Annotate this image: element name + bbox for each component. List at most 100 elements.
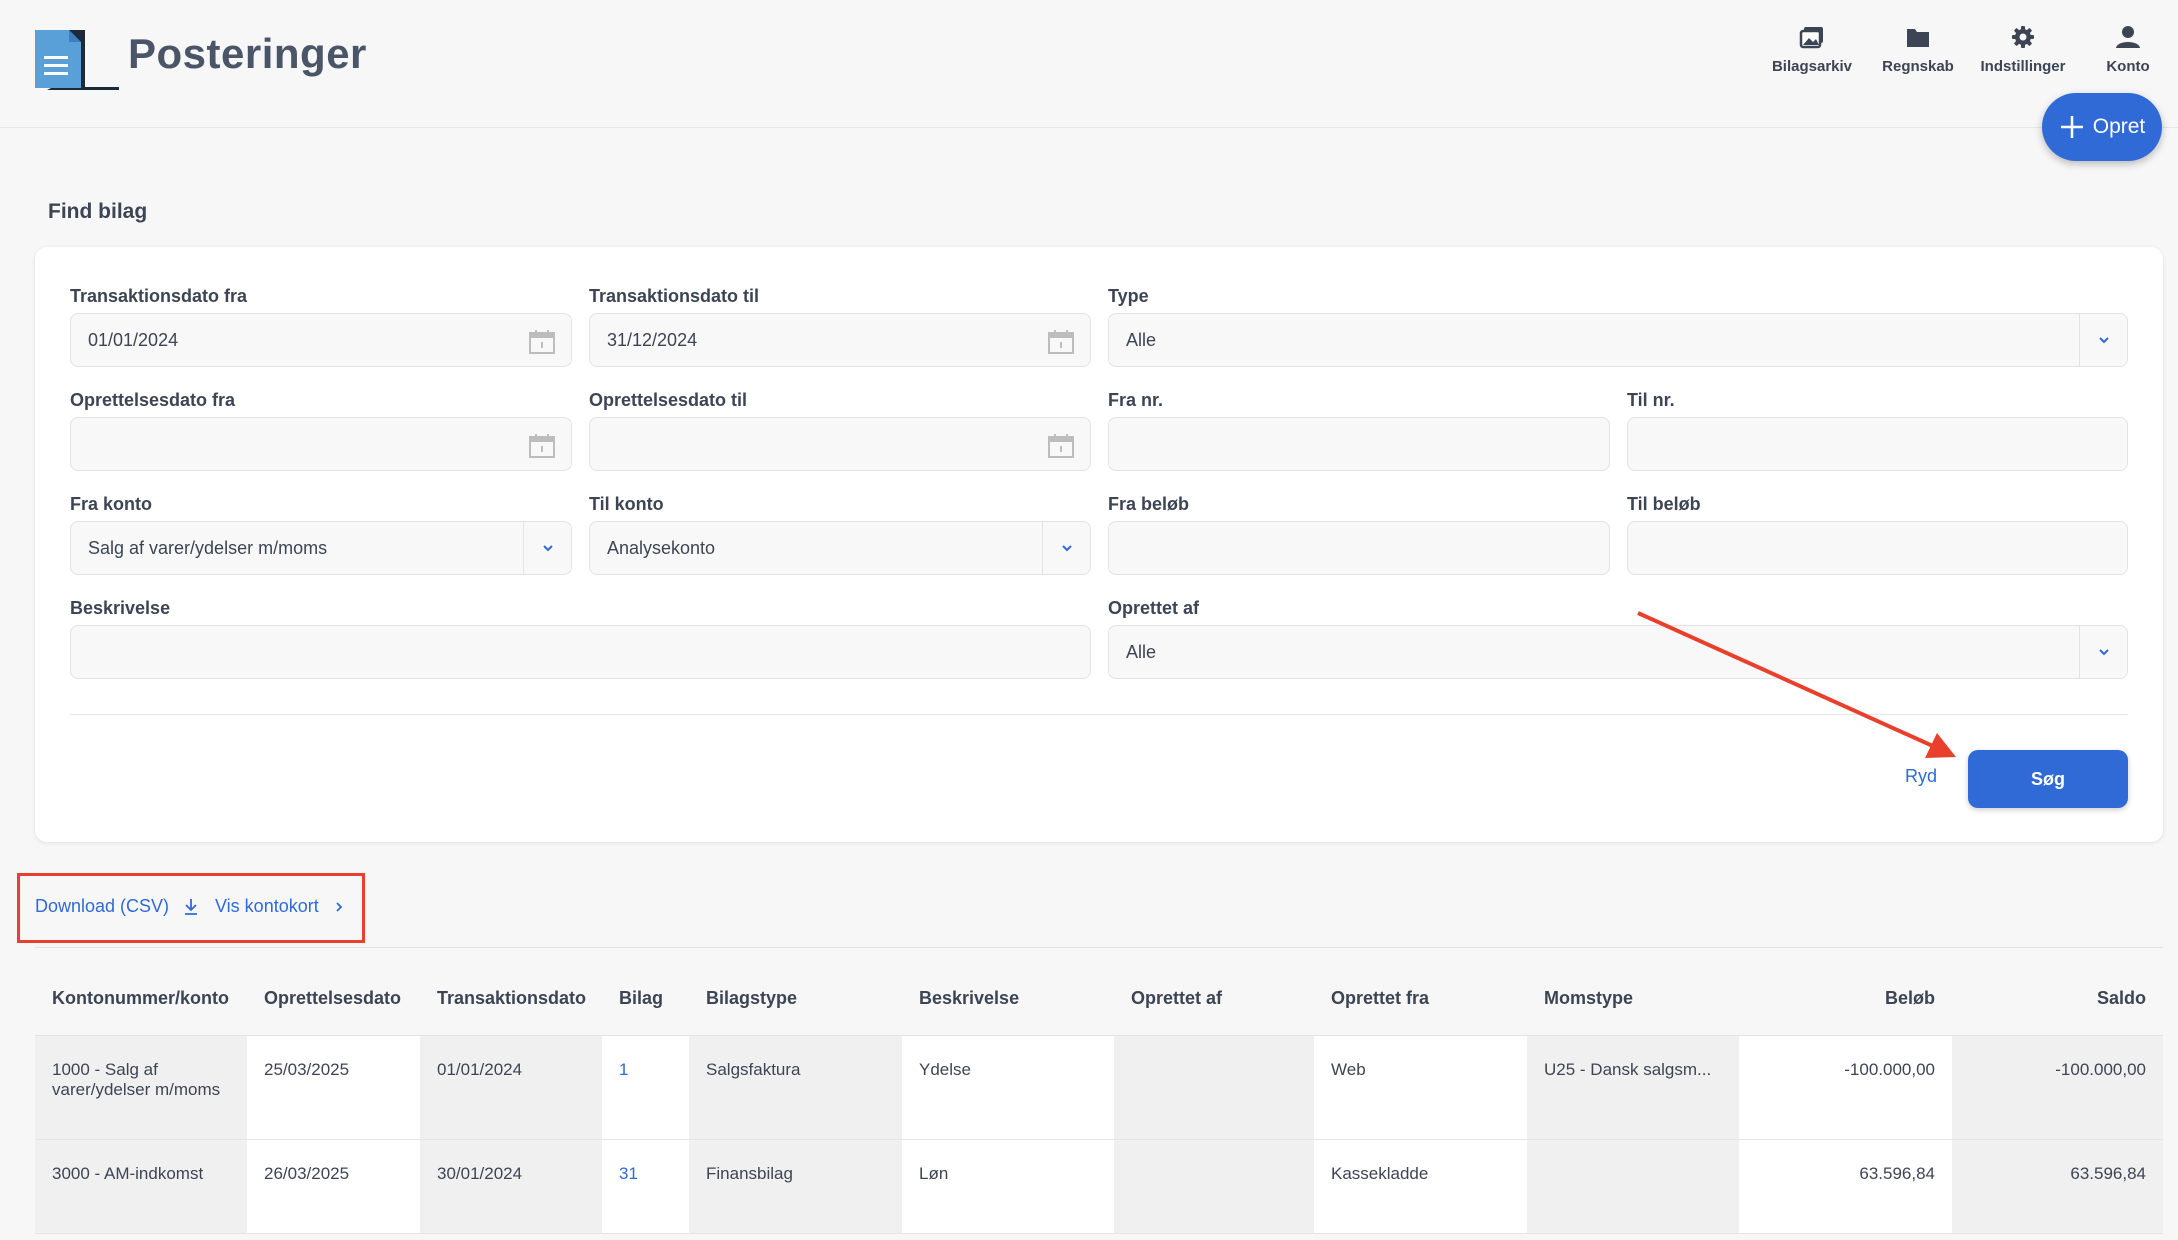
- description-label: Beskrivelse: [70, 598, 171, 618]
- chevron-right-icon: [336, 901, 343, 912]
- from-amount-input[interactable]: [1108, 521, 1610, 575]
- create-button[interactable]: Opret: [2042, 93, 2162, 161]
- created-to-label: Oprettelsesdato til: [589, 390, 748, 410]
- trans-from-value: 01/01/2024: [88, 329, 179, 350]
- calendar-icon[interactable]: [529, 329, 555, 355]
- table-cell: 01/01/2024: [420, 1035, 602, 1140]
- column-header[interactable]: Oprettelsesdato: [247, 962, 420, 1036]
- from-account-value: Salg af varer/ydelser m/moms: [88, 537, 328, 558]
- column-header[interactable]: Kontonummer/konto: [35, 962, 247, 1036]
- search-card: Transaktionsdato fra 01/01/2024 Transakt…: [35, 247, 2163, 842]
- description-input[interactable]: [70, 625, 1091, 679]
- nav-regnskab[interactable]: Regnskab: [1858, 20, 1978, 75]
- calendar-icon[interactable]: [529, 433, 555, 459]
- to-nr-label: Til nr.: [1627, 390, 1675, 410]
- trans-to-value: 31/12/2024: [607, 329, 698, 350]
- table-cell: 3000 - AM-indkomst: [35, 1139, 247, 1234]
- created-to-input[interactable]: [589, 417, 1091, 471]
- trans-from-label: Transaktionsdato fra: [70, 286, 248, 306]
- trans-to-label: Transaktionsdato til: [589, 286, 760, 306]
- nav-indstillinger[interactable]: Indstillinger: [1963, 20, 2083, 75]
- to-amount-label: Til beløb: [1627, 494, 1701, 514]
- created-by-label: Oprettet af: [1108, 598, 1200, 618]
- to-nr-input[interactable]: [1627, 417, 2128, 471]
- nav-label: Bilagsarkiv: [1771, 58, 1853, 75]
- plus-icon: [2060, 116, 2083, 138]
- column-header[interactable]: Beskrivelse: [902, 962, 1114, 1036]
- bilag-link[interactable]: 1: [602, 1035, 689, 1140]
- to-account-label: Til konto: [589, 494, 664, 514]
- create-label: Opret: [2092, 115, 2146, 138]
- chevron-down-icon: [523, 522, 571, 574]
- table-row[interactable]: 1000 - Salg af varer/ydelser m/moms 25/0…: [35, 1035, 2163, 1140]
- chevron-down-icon: [1042, 522, 1090, 574]
- download-csv-link[interactable]: Download (CSV): [35, 896, 199, 917]
- table-cell: 63.596,84: [1739, 1139, 1952, 1234]
- table-cell: [1527, 1139, 1739, 1234]
- column-header[interactable]: Oprettet fra: [1314, 962, 1527, 1036]
- bilag-link[interactable]: 31: [602, 1139, 689, 1234]
- from-account-select[interactable]: Salg af varer/ydelser m/moms: [70, 521, 572, 575]
- clear-button[interactable]: Ryd: [1905, 766, 1937, 787]
- table-row[interactable]: 3000 - AM-indkomst 26/03/2025 30/01/2024…: [35, 1139, 2163, 1234]
- to-account-value: Analysekonto: [607, 537, 716, 558]
- table-cell: Kassekladde: [1314, 1139, 1527, 1234]
- column-header[interactable]: Oprettet af: [1114, 962, 1314, 1036]
- calendar-icon[interactable]: [1048, 329, 1074, 355]
- nav-bilagsarkiv[interactable]: Bilagsarkiv: [1752, 20, 1872, 75]
- table-header-row: Kontonummer/konto Oprettelsesdato Transa…: [35, 962, 2163, 1036]
- from-amount-label: Fra beløb: [1108, 494, 1190, 514]
- calendar-icon[interactable]: [1048, 433, 1074, 459]
- nav-label: Regnskab: [1882, 58, 1954, 75]
- nav-label: Konto: [2106, 58, 2150, 75]
- chevron-down-icon: [2079, 626, 2127, 678]
- table-cell: Salgsfaktura: [689, 1035, 902, 1140]
- to-account-select[interactable]: Analysekonto: [589, 521, 1091, 575]
- created-from-label: Oprettelsesdato fra: [70, 390, 236, 410]
- to-amount-input[interactable]: [1627, 521, 2128, 575]
- table-cell: [1114, 1035, 1314, 1140]
- table-cell: 1000 - Salg af varer/ydelser m/moms: [35, 1035, 247, 1140]
- divider: [70, 714, 2128, 715]
- column-header[interactable]: Transaktionsdato: [420, 962, 602, 1036]
- folder-icon: [1907, 29, 1929, 47]
- table-cell: [1114, 1139, 1314, 1234]
- from-nr-label: Fra nr.: [1108, 390, 1164, 410]
- download-icon: [185, 898, 198, 915]
- account-card-label: Vis kontokort: [215, 896, 319, 916]
- table-cell: Finansbilag: [689, 1139, 902, 1234]
- user-icon: [2116, 26, 2140, 48]
- page-title: Posteringer: [128, 30, 367, 77]
- table-cell: -100.000,00: [1739, 1035, 1952, 1140]
- cell-text: U25 - Dansk salgsm...: [1544, 1059, 1712, 1079]
- app-header: Posteringer Bilagsarkiv Regnskab Indstil…: [0, 0, 2178, 128]
- account-card-link[interactable]: Vis kontokort: [215, 896, 345, 917]
- nav-konto[interactable]: Konto: [2068, 20, 2178, 75]
- table-cell: 25/03/2025: [247, 1035, 420, 1140]
- created-by-select[interactable]: Alle: [1108, 625, 2128, 679]
- table-cell: 30/01/2024: [420, 1139, 602, 1234]
- column-header[interactable]: Saldo: [1952, 962, 2163, 1036]
- nav-label: Indstillinger: [1980, 58, 2066, 75]
- gear-icon: [2012, 26, 2034, 48]
- trans-from-input[interactable]: 01/01/2024: [70, 313, 572, 367]
- search-button[interactable]: Søg: [1968, 750, 2128, 808]
- table-cell: 63.596,84: [1952, 1139, 2163, 1234]
- postings-table: Kontonummer/konto Oprettelsesdato Transa…: [35, 962, 2163, 1234]
- column-header[interactable]: Bilagstype: [689, 962, 902, 1036]
- column-header[interactable]: Beløb: [1739, 962, 1952, 1036]
- created-by-value: Alle: [1126, 641, 1157, 662]
- type-label: Type: [1108, 286, 1149, 306]
- trans-to-input[interactable]: 31/12/2024: [589, 313, 1091, 367]
- table-cell: U25 - Dansk salgsm...: [1527, 1035, 1739, 1140]
- from-nr-input[interactable]: [1108, 417, 1610, 471]
- divider: [35, 947, 2163, 948]
- page: Posteringer Bilagsarkiv Regnskab Indstil…: [0, 0, 2178, 1240]
- table-cell: Web: [1314, 1035, 1527, 1140]
- column-header[interactable]: Bilag: [602, 962, 689, 1036]
- download-label: Download (CSV): [35, 896, 170, 916]
- created-from-input[interactable]: [70, 417, 572, 471]
- table-cell: 26/03/2025: [247, 1139, 420, 1234]
- type-select[interactable]: Alle: [1108, 313, 2128, 367]
- column-header[interactable]: Momstype: [1527, 962, 1739, 1036]
